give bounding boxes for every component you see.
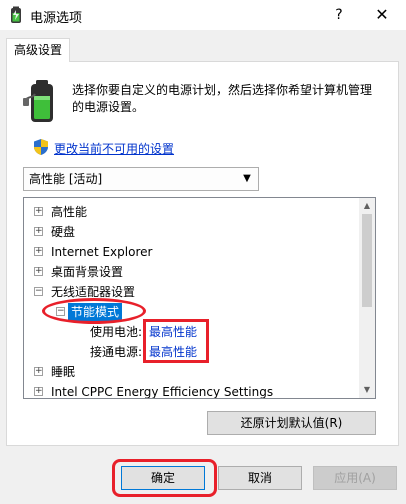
tree-item-high-performance[interactable]: + 高性能 bbox=[24, 202, 360, 222]
settings-tree-items: + 高性能 + 硬盘 + Internet Explorer + 桌面背景设置 … bbox=[24, 198, 360, 398]
tree-item-power-saving-mode[interactable]: − 节能模式 bbox=[24, 302, 360, 322]
expand-icon[interactable]: + bbox=[34, 267, 43, 276]
tree-item-label-selected: 节能模式 bbox=[68, 303, 123, 321]
scroll-up-arrow-icon[interactable]: ▲ bbox=[359, 198, 375, 214]
close-button[interactable]: ✕ bbox=[365, 3, 399, 27]
tree-item-wireless-adapter[interactable]: − 无线适配器设置 bbox=[24, 282, 360, 302]
ok-button[interactable]: 确定 bbox=[121, 466, 205, 490]
expand-icon[interactable]: + bbox=[34, 207, 43, 216]
apply-button: 应用(A) bbox=[313, 466, 397, 490]
tree-item-intel-cppc[interactable]: + Intel CPPC Energy Efficiency Settings bbox=[24, 382, 360, 399]
scroll-down-arrow-icon[interactable]: ▼ bbox=[359, 382, 375, 398]
expand-icon[interactable]: + bbox=[34, 387, 43, 396]
on-battery-value[interactable]: 最高性能 bbox=[149, 322, 197, 342]
expand-icon[interactable]: + bbox=[34, 247, 43, 256]
window-title: 电源选项 bbox=[30, 11, 83, 26]
plugged-in-value[interactable]: 最高性能 bbox=[149, 342, 197, 362]
tree-item-internet-explorer[interactable]: + Internet Explorer bbox=[24, 242, 360, 262]
tree-item-label: 使用电池: bbox=[90, 325, 143, 339]
help-button[interactable]: ? bbox=[324, 3, 354, 27]
uac-shield-icon bbox=[34, 139, 48, 155]
tree-item-label: 接通电源: bbox=[90, 345, 143, 359]
expand-icon[interactable]: + bbox=[34, 367, 43, 376]
tree-item-on-battery[interactable]: 使用电池: 最高性能 bbox=[24, 322, 360, 342]
tree-item-label: Intel CPPC Energy Efficiency Settings bbox=[51, 385, 274, 399]
expand-icon[interactable]: + bbox=[34, 227, 43, 236]
battery-app-icon bbox=[11, 6, 21, 23]
collapse-icon[interactable]: − bbox=[34, 287, 43, 296]
power-battery-icon bbox=[23, 80, 53, 122]
power-plan-select-value: 高性能 [活动] bbox=[29, 172, 103, 186]
title-bar: 电源选项 ? ✕ bbox=[0, 0, 406, 30]
change-unavailable-settings-link[interactable]: 更改当前不可用的设置 bbox=[54, 140, 174, 157]
tree-item-label: 桌面背景设置 bbox=[51, 265, 124, 279]
tree-scrollbar[interactable]: ▲ ▼ bbox=[359, 198, 375, 398]
collapse-icon[interactable]: − bbox=[56, 307, 65, 316]
tree-item-label: 高性能 bbox=[51, 205, 88, 219]
tree-item-sleep[interactable]: + 睡眠 bbox=[24, 362, 360, 382]
tree-item-label: 睡眠 bbox=[51, 365, 76, 379]
tree-item-hard-disk[interactable]: + 硬盘 bbox=[24, 222, 360, 242]
chevron-down-icon: ▼ bbox=[243, 173, 251, 184]
restore-defaults-button[interactable]: 还原计划默认值(R) bbox=[207, 411, 376, 435]
tree-item-label: 无线适配器设置 bbox=[51, 285, 136, 299]
description-text: 选择你要自定义的电源计划，然后选择你希望计算机管理的电源设置。 bbox=[72, 83, 373, 114]
power-plan-select[interactable]: 高性能 [活动] ▼ bbox=[23, 167, 259, 191]
cancel-button[interactable]: 取消 bbox=[218, 466, 302, 490]
scroll-thumb[interactable] bbox=[362, 214, 372, 307]
tree-item-desktop-background[interactable]: + 桌面背景设置 bbox=[24, 262, 360, 282]
tab-advanced-settings[interactable]: 高级设置 bbox=[6, 38, 70, 62]
tree-item-label: 硬盘 bbox=[51, 225, 76, 239]
tree-item-plugged-in[interactable]: 接通电源: 最高性能 bbox=[24, 342, 360, 362]
settings-tree[interactable]: + 高性能 + 硬盘 + Internet Explorer + 桌面背景设置 … bbox=[23, 197, 376, 399]
tree-item-label: Internet Explorer bbox=[51, 245, 153, 259]
